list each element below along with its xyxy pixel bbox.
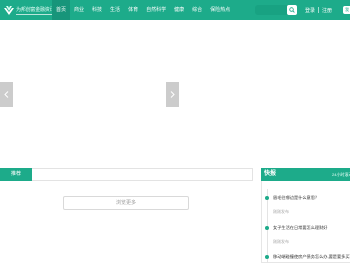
news-flash-item-time: 刚刚发布 — [273, 209, 289, 214]
news-flash-item-title[interactable]: 移动端碰撞使房产债务怎么办,要是要多买不证 — [273, 253, 350, 261]
chevron-right-icon — [170, 91, 175, 98]
tab-recommend[interactable]: 推荐 — [0, 168, 32, 181]
nav-item-science[interactable]: 自然科学 — [142, 0, 170, 20]
news-flash-panel: 快报 24小时滚动播报 眉毛往哪边是什么意思？ 刚刚发布 女子生活在日常要怎么理… — [261, 168, 350, 263]
news-flash-item-title[interactable]: 女子生活在日常要怎么理财好 — [273, 224, 350, 232]
timeline-dot — [265, 196, 269, 200]
chevron-left-icon — [4, 91, 9, 98]
register-link[interactable]: 注册 — [319, 7, 335, 14]
news-flash-header: 快报 24小时滚动播报 — [261, 168, 350, 181]
load-more-button[interactable]: 浏览更多 — [63, 196, 189, 210]
recommend-header: 推荐 — [0, 168, 253, 181]
nav-item-business[interactable]: 商业 — [70, 0, 88, 20]
slider-prev-button[interactable] — [0, 82, 13, 107]
nav-item-health[interactable]: 健康 — [170, 0, 188, 20]
timeline-dot — [265, 226, 269, 230]
news-flash-item-title[interactable]: 眉毛往哪边是什么意思？ — [273, 194, 350, 202]
news-flash-title: 快报 — [264, 171, 277, 177]
slider-next-button[interactable] — [166, 82, 179, 107]
nav-item-life[interactable]: 生活 — [106, 0, 124, 20]
nav-item-insurance[interactable]: 保险热点 — [206, 0, 234, 20]
news-flash-subtitle: 24小时滚动播报 — [332, 172, 350, 177]
nav-item-tech[interactable]: 科技 — [88, 0, 106, 20]
search-button[interactable] — [287, 5, 297, 15]
nav-item-general[interactable]: 综合 — [188, 0, 206, 20]
site-logo[interactable]: 为邦创富金融资讯网 — [3, 5, 59, 16]
user-center-tab[interactable]: 我 — [343, 6, 350, 14]
wings-logo-icon — [4, 6, 14, 15]
top-header: 为邦创富金融资讯网 首页 商业 科技 生活 体育 自然科学 健康 综合 保险热点… — [0, 0, 350, 22]
user-links: 登录 注册 — [302, 0, 335, 20]
page: 为邦创富金融资讯网 首页 商业 科技 生活 体育 自然科学 健康 综合 保险热点… — [0, 0, 350, 263]
timeline-dot — [265, 255, 269, 259]
nav-item-sports[interactable]: 体育 — [124, 0, 142, 20]
main-nav: 首页 商业 科技 生活 体育 自然科学 健康 综合 保险热点 — [52, 0, 234, 20]
news-flash-item-time: 刚刚发布 — [273, 239, 289, 244]
search-icon — [289, 7, 295, 13]
nav-item-home[interactable]: 首页 — [52, 0, 71, 20]
login-link[interactable]: 登录 — [302, 7, 318, 14]
